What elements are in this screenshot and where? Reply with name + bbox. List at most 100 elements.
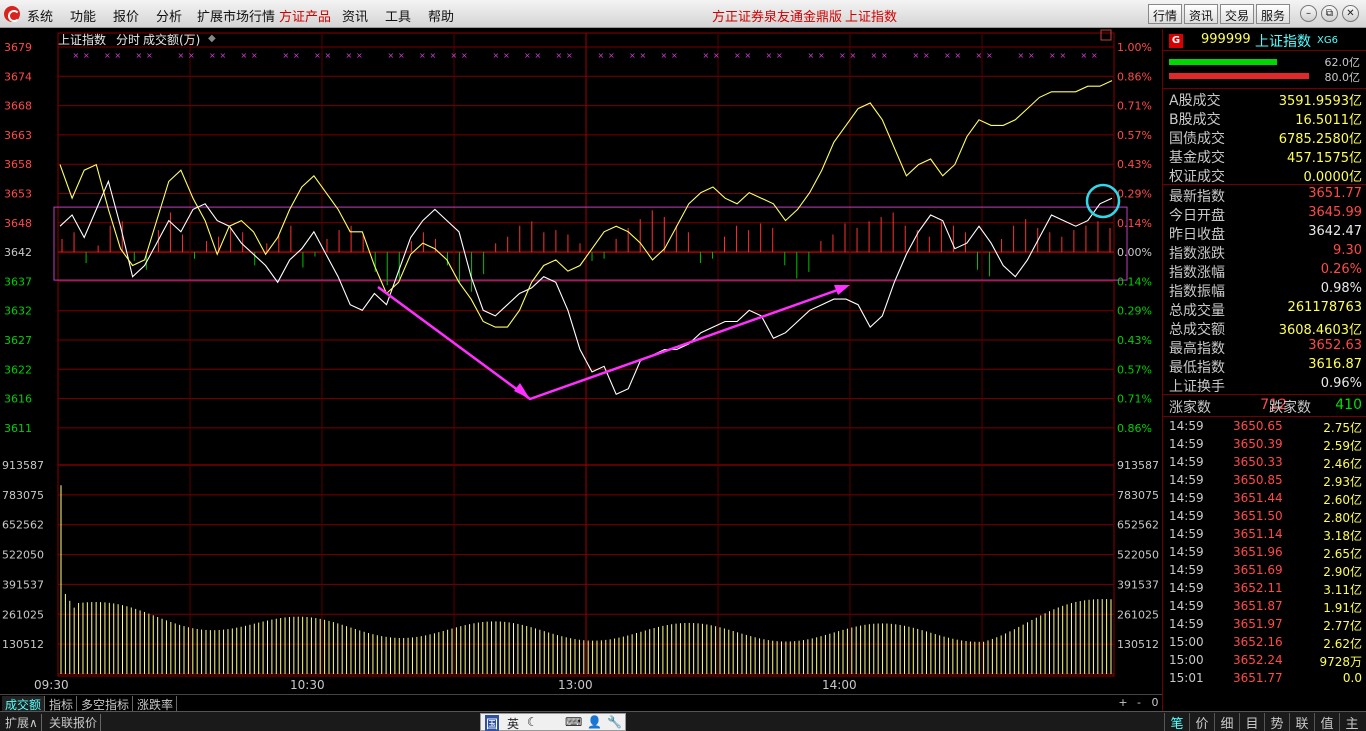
trade-button[interactable]: 交易 xyxy=(1220,4,1255,24)
signal-marker: × xyxy=(661,51,668,60)
tick-row[interactable]: 14:59 3651.97 2.77亿 xyxy=(1163,615,1366,633)
signal-marker: × xyxy=(503,51,510,60)
menu-quote[interactable]: 报价 xyxy=(113,6,139,25)
tick-price: 3651.44 xyxy=(1233,491,1283,505)
tab-trades[interactable]: 笔 xyxy=(1164,713,1189,731)
tab-trend[interactable]: 势 xyxy=(1264,713,1289,731)
tick-row[interactable]: 14:59 3650.33 2.46亿 xyxy=(1163,453,1366,471)
chart-indicator-name[interactable]: 成交额(万) xyxy=(143,31,200,48)
intraday-chart[interactable]: 3679 1.00% 3674 0.86% 3668 0.71% 3663 0.57% 3658… xyxy=(0,29,1162,694)
related-quote-button[interactable]: 关联报价 xyxy=(46,714,102,731)
signal-marker: × xyxy=(944,51,951,60)
quote-button[interactable]: 行情 xyxy=(1148,4,1183,24)
ime-user-icon[interactable]: 👤 xyxy=(587,715,602,729)
pct-tick-label: 0.43% xyxy=(1117,334,1152,347)
tab-detail[interactable]: 细 xyxy=(1214,713,1239,731)
tick-row[interactable]: 14:59 3651.44 2.60亿 xyxy=(1163,489,1366,507)
tick-row[interactable]: 14:59 3651.69 2.90亿 xyxy=(1163,561,1366,579)
volume-tick-label: 652562 xyxy=(2,519,44,532)
ime-keyboard-icon[interactable]: ⌨ xyxy=(565,715,582,729)
tab-value[interactable]: 值 xyxy=(1314,713,1339,731)
tick-list[interactable]: 14:59 3650.65 2.75亿 14:59 3650.39 2.59亿 14:59 3… xyxy=(1163,417,1366,687)
tick-time: 14:59 xyxy=(1169,419,1204,433)
signal-marker: × xyxy=(430,51,437,60)
stat-label: 指数振幅 xyxy=(1169,284,1225,300)
money-flow-bars: 62.0亿 80.0亿 xyxy=(1163,51,1366,89)
stat-label: 最低指数 xyxy=(1169,360,1225,376)
service-button[interactable]: 服务 xyxy=(1256,4,1291,24)
tab-price[interactable]: 价 xyxy=(1189,713,1214,731)
ime-tool-icon[interactable]: 🔧 xyxy=(607,715,622,729)
menu-extended-market[interactable]: 扩展市场行情 xyxy=(197,6,275,25)
expand-button[interactable]: 扩展∧ xyxy=(2,714,42,731)
tick-row[interactable]: 14:59 3651.87 1.91亿 xyxy=(1163,597,1366,615)
tick-row[interactable]: 14:59 3651.96 2.65亿 xyxy=(1163,543,1366,561)
stat-label: 总成交量 xyxy=(1169,303,1225,319)
tab-linked[interactable]: 联 xyxy=(1289,713,1314,731)
price-tick-label: 3679 xyxy=(4,41,32,54)
chart-toggle-icon[interactable]: ◆ xyxy=(208,33,216,44)
restore-icon[interactable]: ⧉ xyxy=(1321,5,1338,22)
signal-marker: × xyxy=(314,51,321,60)
turnover-value: 0.0000亿 xyxy=(1303,170,1363,185)
turnover-label: B股成交 xyxy=(1169,112,1221,128)
tick-row[interactable]: 14:59 3651.50 2.80亿 xyxy=(1163,507,1366,525)
tick-time: 14:59 xyxy=(1169,545,1204,559)
menu-help[interactable]: 帮助 xyxy=(428,6,454,25)
minimize-icon[interactable]: – xyxy=(1300,5,1317,22)
signal-marker: × xyxy=(325,51,332,60)
tick-row[interactable]: 15:01 3651.77 0.0 xyxy=(1163,669,1366,687)
zoom-in-button[interactable]: + xyxy=(1116,696,1130,710)
signal-marker: × xyxy=(1028,51,1035,60)
tick-row[interactable]: 14:59 3650.85 2.93亿 xyxy=(1163,471,1366,489)
tick-row[interactable]: 14:59 3651.14 3.18亿 xyxy=(1163,525,1366,543)
menu-system[interactable]: 系统 xyxy=(27,6,53,25)
tick-row[interactable]: 15:00 3652.16 2.62亿 xyxy=(1163,633,1366,651)
decline-count: 410 xyxy=(1335,397,1362,413)
zoom-reset-button[interactable]: 0 xyxy=(1148,696,1162,710)
panel-tabs: 笔 价 细 目 势 联 值 主 xyxy=(1162,712,1366,731)
menu-tools[interactable]: 工具 xyxy=(385,6,411,25)
volume-tick-label-right: 261025 xyxy=(1117,608,1159,621)
tick-time: 15:00 xyxy=(1169,635,1204,649)
status-bar: 扩展∧ 关联报价 国 英 ☾ ⌨ 👤 🔧 笔 价 细 目 势 联 值 主 xyxy=(0,711,1366,731)
tab-main[interactable]: 主 xyxy=(1339,713,1364,731)
stat-value: 3645.99 xyxy=(1308,205,1362,220)
menu-function[interactable]: 功能 xyxy=(70,6,96,25)
stat-value: 261178763 xyxy=(1287,300,1362,315)
zoom-out-button[interactable]: - xyxy=(1132,696,1146,710)
signal-marker: × xyxy=(923,51,930,60)
annotation-arrowhead xyxy=(514,383,530,399)
signal-marker: × xyxy=(671,51,678,60)
tick-row[interactable]: 14:59 3650.65 2.75亿 xyxy=(1163,417,1366,435)
menu-news[interactable]: 资讯 xyxy=(342,6,368,25)
volume-tick-label: 522050 xyxy=(2,549,44,562)
ime-english-icon[interactable]: 英 xyxy=(507,715,519,731)
chart-mode[interactable]: 分时 xyxy=(116,31,140,48)
stat-row: 最高指数 3652.63 xyxy=(1163,337,1366,357)
menubar: 系统 功能 报价 分析 扩展市场行情 方证产品 资讯 工具 帮助 方正证券泉友通… xyxy=(0,0,1366,28)
chart-canvas[interactable]: 3679 1.00% 3674 0.86% 3668 0.71% 3663 0.57% 3658… xyxy=(0,29,1162,694)
signal-marker: × xyxy=(293,51,300,60)
tick-amount: 1.91亿 xyxy=(1323,601,1362,615)
time-tick-label: 09:30 xyxy=(34,678,69,692)
close-icon[interactable]: ✕ xyxy=(1342,5,1359,22)
ime-chinese-icon[interactable]: 国 xyxy=(485,715,500,731)
stat-value: 0.98% xyxy=(1320,281,1362,296)
turnover-list: A股成交 3591.9593亿 B股成交 16.5011亿 国债成交 6785.2580亿… xyxy=(1163,89,1366,185)
index-code: 999999 xyxy=(1201,32,1251,47)
tab-list[interactable]: 目 xyxy=(1239,713,1264,731)
tick-time: 15:01 xyxy=(1169,671,1204,685)
turnover-row: A股成交 3591.9593亿 xyxy=(1163,89,1366,109)
menu-products[interactable]: 方证产品 xyxy=(279,6,331,25)
tick-price: 3651.96 xyxy=(1233,545,1283,559)
ime-moon-icon[interactable]: ☾ xyxy=(527,715,538,729)
tick-row[interactable]: 14:59 3650.39 2.59亿 xyxy=(1163,435,1366,453)
stat-row: 上证换手 0.96% xyxy=(1163,375,1366,395)
menu-analysis[interactable]: 分析 xyxy=(156,6,182,25)
tick-row[interactable]: 15:00 3652.24 9728万 xyxy=(1163,651,1366,669)
news-button[interactable]: 资讯 xyxy=(1184,4,1219,24)
tick-time: 14:59 xyxy=(1169,509,1204,523)
tick-row[interactable]: 14:59 3652.11 3.11亿 xyxy=(1163,579,1366,597)
signal-marker: × xyxy=(188,51,195,60)
